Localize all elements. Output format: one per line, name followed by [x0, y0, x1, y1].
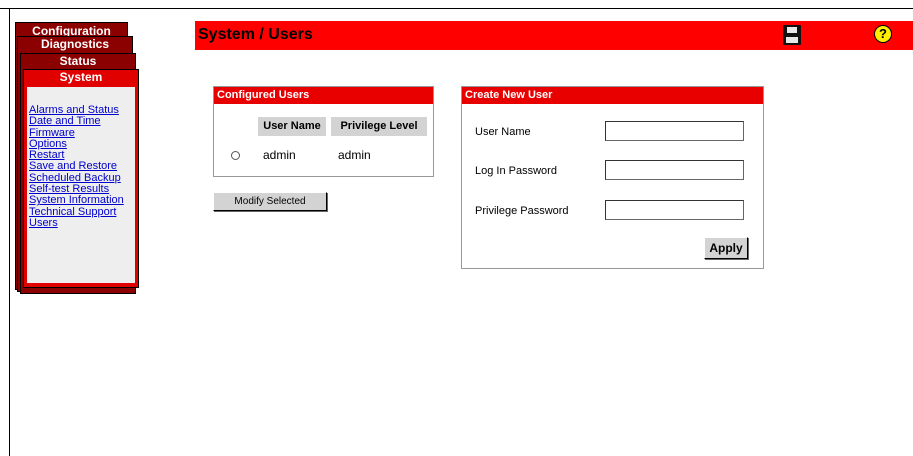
page-title: System / Users: [198, 26, 313, 43]
login-password-label: Log In Password: [475, 165, 557, 177]
create-user-title: Create New User: [462, 87, 763, 104]
tab-status-label: Status: [59, 54, 97, 68]
login-password-input[interactable]: [605, 160, 744, 180]
column-header-privilege-level: Privilege Level: [331, 117, 427, 136]
page-header: System / Users ?: [195, 21, 913, 50]
privilege-level-cell: admin: [338, 148, 371, 162]
column-header-user-name: User Name: [258, 117, 326, 136]
frame-border-left: [9, 8, 10, 456]
configured-users-title: Configured Users: [214, 87, 433, 104]
create-user-panel: Create New User User Name Log In Passwor…: [461, 86, 764, 269]
privilege-password-label: Privilege Password: [475, 205, 569, 217]
system-link-date-and-time[interactable]: Date and Time: [29, 115, 135, 127]
tab-diagnostics-label: Diagnostics: [40, 37, 109, 51]
tab-system-label: System: [59, 70, 103, 84]
user-name-input[interactable]: [605, 121, 744, 141]
system-menu: Alarms and Status Date and Time Firmware…: [27, 87, 135, 283]
system-link-users[interactable]: Users: [29, 217, 135, 229]
floppy-disk-icon[interactable]: [783, 25, 801, 45]
system-link-system-information[interactable]: System Information: [29, 195, 135, 207]
user-name-label: User Name: [475, 126, 531, 138]
frame-border-top: [0, 8, 913, 9]
user-name-cell: admin: [263, 148, 296, 162]
tab-system[interactable]: System Alarms and Status Date and Time F…: [23, 69, 139, 288]
privilege-password-input[interactable]: [605, 200, 744, 220]
apply-button[interactable]: Apply: [704, 237, 748, 259]
user-select-radio[interactable]: [231, 151, 240, 160]
configured-users-panel: Configured Users User Name Privilege Lev…: [213, 86, 434, 177]
modify-selected-button[interactable]: Modify Selected: [213, 192, 327, 211]
help-icon[interactable]: ?: [874, 25, 892, 43]
